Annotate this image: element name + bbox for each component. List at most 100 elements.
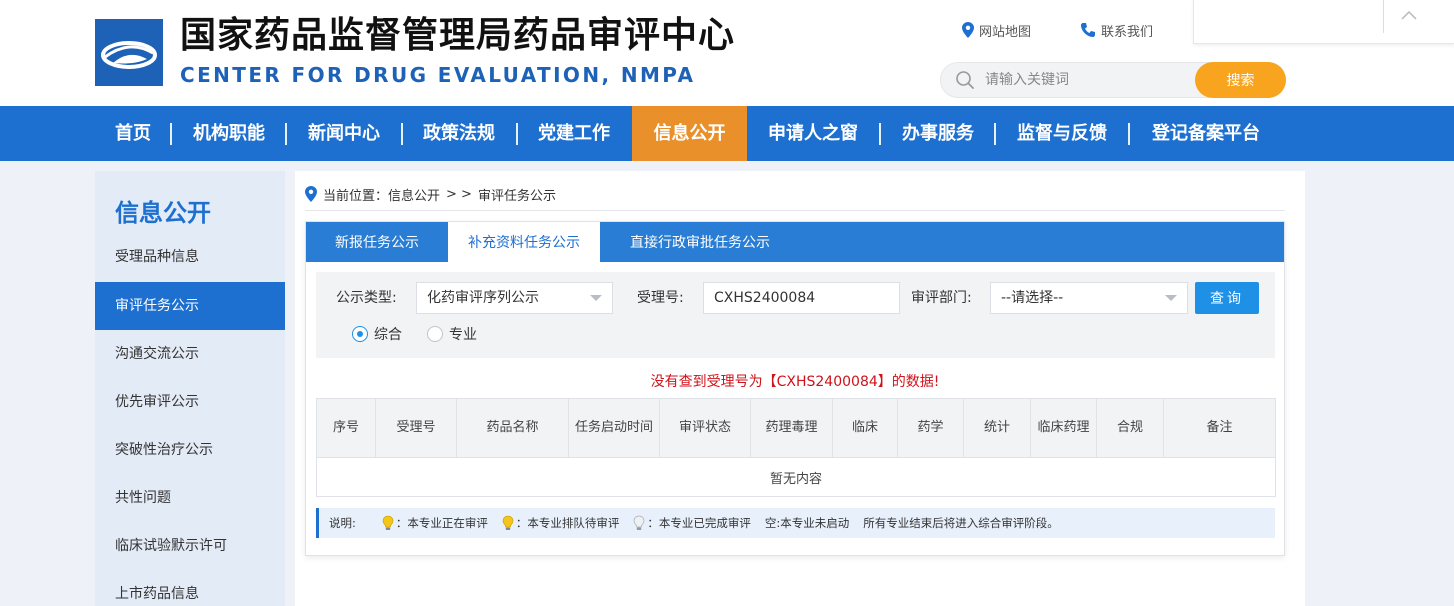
nav-separator: [879, 123, 881, 145]
nmpa-logo[interactable]: [95, 19, 163, 86]
legend-in-review: ：本专业正在审评: [382, 515, 488, 531]
type-label: 公示类型:: [336, 290, 397, 306]
col-header-clin-pharm: 临床药理: [1030, 398, 1097, 458]
contact-link[interactable]: 联系我们: [1080, 20, 1153, 40]
legend-in-review-text: 本专业正在审评: [407, 516, 488, 530]
chevron-down-icon: [1165, 295, 1177, 301]
nav-separator: [285, 123, 287, 145]
nav-item-feedback[interactable]: 监督与反馈: [1000, 106, 1124, 161]
nav-item-registration[interactable]: 登记备案平台: [1135, 106, 1277, 161]
col-header-index: 序号: [316, 398, 376, 458]
lightbulb-active-icon: [382, 515, 394, 530]
nav-item-news[interactable]: 新闻中心: [292, 106, 396, 161]
legend-queued: ：本专业排队待审评: [502, 515, 620, 531]
nav-item-info-disclosure[interactable]: 信息公开: [632, 106, 747, 161]
query-button[interactable]: 查询: [1195, 282, 1259, 314]
col-header-compliance: 合规: [1096, 398, 1164, 458]
col-header-accept-number: 受理号: [375, 398, 457, 458]
lightbulb-queued-icon: [502, 515, 514, 530]
logo-emblem-icon: [101, 41, 157, 69]
radio-comprehensive-label: 综合: [374, 327, 402, 343]
filter-form: 公示类型: 化药审评序列公示 受理号: 审评部门: --请选择-- 查询 综合 …: [316, 272, 1275, 358]
dept-label: 审评部门:: [911, 290, 972, 306]
sitemap-link[interactable]: 网站地图: [962, 20, 1031, 40]
dept-select[interactable]: --请选择--: [990, 282, 1188, 314]
nav-item-applicant[interactable]: 申请人之窗: [752, 106, 874, 161]
accept-label: 受理号:: [637, 290, 684, 306]
sidebar-item-marketed-drugs[interactable]: 上市药品信息: [95, 570, 285, 606]
col-header-drug-name: 药品名称: [456, 398, 569, 458]
tab-direct-approval-tasks[interactable]: 直接行政审批任务公示: [600, 222, 800, 262]
location-pin-icon: [305, 186, 317, 202]
map-pin-icon: [962, 22, 974, 38]
search-button[interactable]: 搜索: [1195, 62, 1286, 98]
legend-label: 说明:: [329, 516, 356, 530]
no-data-message: 没有查到受理号为【CXHS2400084】的数据!: [650, 374, 940, 390]
nav-item-functions[interactable]: 机构职能: [177, 106, 281, 161]
sidebar-item-accepted-varieties[interactable]: 受理品种信息: [95, 233, 285, 281]
nav-separator: [401, 123, 403, 145]
site-title-en: CENTER FOR DRUG EVALUATION, NMPA: [180, 63, 696, 87]
legend-not-started-prefix: 空:: [764, 516, 781, 530]
results-table: 序号 受理号 药品名称 任务启动时间 审评状态 药理毒理 临床 药学 统计 临床…: [316, 398, 1276, 497]
chevron-down-icon: [590, 295, 602, 301]
radio-professional-indicator: [427, 326, 443, 342]
lightbulb-done-icon: [634, 515, 645, 530]
radio-comprehensive[interactable]: 综合: [352, 324, 402, 344]
search-box: 搜索: [940, 62, 1286, 98]
type-select-value: 化药审评序列公示: [427, 290, 539, 306]
site-header: 国家药品监督管理局药品审评中心 CENTER FOR DRUG EVALUATI…: [0, 0, 1454, 106]
sidebar: 信息公开 受理品种信息 审评任务公示 沟通交流公示 优先审评公示 突破性治疗公示…: [95, 171, 285, 606]
site-title-cn: 国家药品监督管理局药品审评中心: [180, 15, 736, 56]
task-panel: 新报任务公示 补充资料任务公示 直接行政审批任务公示 公示类型: 化药审评序列公…: [305, 221, 1285, 556]
radio-professional[interactable]: 专业: [427, 324, 477, 344]
legend-not-started-text: 本专业未启动: [780, 516, 850, 530]
tab-new-tasks[interactable]: 新报任务公示: [306, 222, 448, 262]
legend-not-started: 空: 本专业未启动: [765, 515, 849, 531]
table-header-row: 序号 受理号 药品名称 任务启动时间 审评状态 药理毒理 临床 药学 统计 临床…: [316, 398, 1276, 458]
search-input[interactable]: [985, 69, 1185, 91]
breadcrumb-current: 审评任务公示: [477, 188, 556, 204]
chevron-up-icon[interactable]: [1401, 10, 1417, 20]
main-nav: 首页 机构职能 新闻中心 政策法规 党建工作 信息公开 申请人之窗 办事服务 监…: [0, 106, 1454, 161]
nav-item-policy[interactable]: 政策法规: [407, 106, 511, 161]
corner-panel: [1193, 0, 1454, 44]
legend-done: ：本专业已完成审评: [633, 515, 751, 531]
nav-separator: [1128, 123, 1130, 145]
type-select[interactable]: 化药审评序列公示: [416, 282, 613, 314]
table-row: 暂无内容: [316, 457, 1276, 497]
accept-number-input[interactable]: [703, 282, 900, 314]
nav-separator: [170, 123, 172, 145]
tab-bar: 新报任务公示 补充资料任务公示 直接行政审批任务公示: [306, 222, 1284, 262]
legend-queued-text: 本专业排队待审评: [527, 516, 620, 530]
col-header-pharm-tox: 药理毒理: [750, 398, 833, 458]
phone-icon: [1081, 23, 1095, 37]
sidebar-item-breakthrough[interactable]: 突破性治疗公示: [95, 426, 285, 474]
col-header-review-status: 审评状态: [659, 398, 751, 458]
breadcrumb-separator: > >: [446, 186, 472, 202]
legend-done-text: 本专业已完成审评: [658, 516, 751, 530]
sidebar-item-priority-review[interactable]: 优先审评公示: [95, 378, 285, 426]
corner-divider: [1383, 0, 1384, 33]
radio-comprehensive-indicator: [352, 326, 368, 342]
sidebar-item-clinical-trial-approval[interactable]: 临床试验默示许可: [95, 522, 285, 570]
empty-table-text: 暂无内容: [316, 457, 1276, 497]
sitemap-label: 网站地图: [979, 24, 1032, 40]
col-header-statistics: 统计: [963, 398, 1031, 458]
sidebar-title: 信息公开: [115, 199, 211, 227]
contact-label: 联系我们: [1101, 24, 1154, 40]
legend-note: 所有专业结束后将进入综合审评阶段。: [863, 516, 1059, 530]
nav-item-party[interactable]: 党建工作: [522, 106, 626, 161]
breadcrumb: 当前位置：信息公开 > > 审评任务公示: [305, 184, 556, 204]
nav-item-home[interactable]: 首页: [100, 106, 166, 161]
col-header-start-time: 任务启动时间: [568, 398, 660, 458]
breadcrumb-prefix[interactable]: 当前位置：信息公开: [323, 185, 440, 204]
nav-item-services[interactable]: 办事服务: [886, 106, 990, 161]
tab-supplement-tasks[interactable]: 补充资料任务公示: [448, 222, 600, 262]
col-header-pharmacy: 药学: [897, 398, 964, 458]
sidebar-item-common-issues[interactable]: 共性问题: [95, 474, 285, 522]
sidebar-item-review-tasks[interactable]: 审评任务公示: [95, 282, 285, 330]
dept-select-value: --请选择--: [1001, 290, 1064, 306]
sidebar-item-communication[interactable]: 沟通交流公示: [95, 330, 285, 378]
breadcrumb-divider: [305, 210, 1285, 211]
